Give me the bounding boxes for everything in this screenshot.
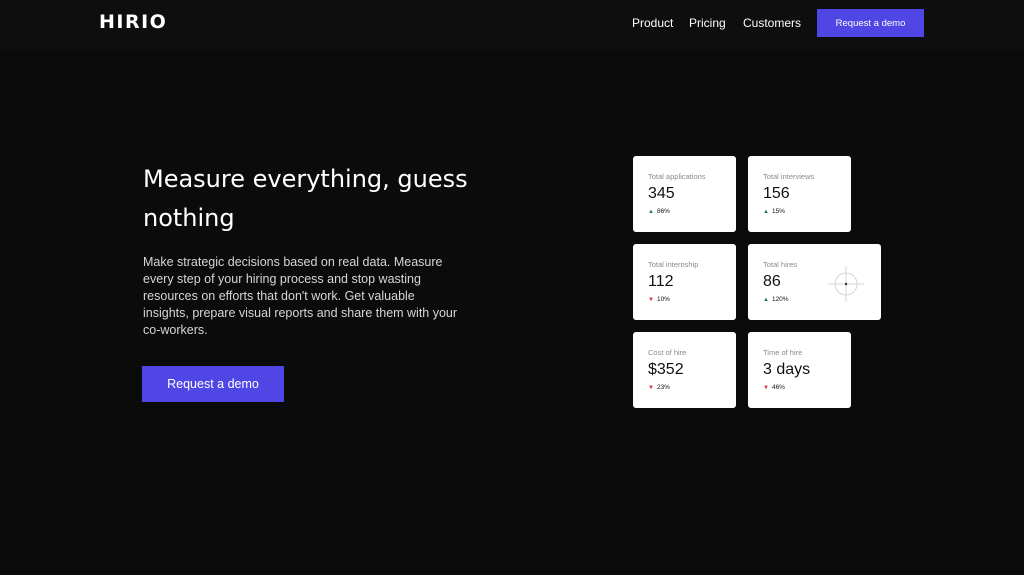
top-navigation-bar: HIRIO Product Pricing Customers Request … [0, 0, 1024, 50]
stat-card-total-interviews: Total interviews 156 ▲ 15% [748, 156, 851, 232]
triangle-up-icon: ▲ [648, 208, 654, 215]
triangle-up-icon: ▲ [763, 208, 769, 215]
triangle-up-icon: ▲ [763, 296, 769, 303]
stat-value: 112 [648, 273, 674, 290]
stat-change: ▲ 86% [648, 208, 670, 215]
brand-logo[interactable]: HIRIO [99, 11, 167, 33]
triangle-down-icon: ▼ [763, 384, 769, 391]
stat-change: ▼ 10% [648, 296, 670, 303]
stat-card-total-applications: Total applications 345 ▲ 86% [633, 156, 736, 232]
stat-label: Total hires [763, 260, 798, 269]
nav-link-pricing[interactable]: Pricing [689, 16, 726, 30]
crosshair-icon [828, 266, 864, 302]
stat-value: 345 [648, 185, 675, 202]
stat-change-value: 120% [771, 296, 789, 303]
stat-change: ▼ 23% [648, 384, 670, 391]
stat-change-value: 15% [771, 208, 785, 215]
stat-change-value: 86% [656, 208, 670, 215]
hero-title: Measure everything, guess nothing [143, 165, 468, 232]
triangle-down-icon: ▼ [648, 296, 654, 303]
nav-link-product[interactable]: Product [632, 16, 673, 30]
stat-label: Time of hire [763, 348, 803, 357]
stat-change: ▼ 46% [763, 384, 785, 391]
stat-label: Total internship [648, 260, 699, 269]
stat-card-cost-of-hire: Cost of hire $352 ▼ 23% [633, 332, 736, 408]
stat-change-value: 46% [771, 384, 785, 391]
stat-change: ▲ 120% [763, 296, 789, 303]
stat-label: Total interviews [763, 172, 815, 181]
stat-change: ▲ 15% [763, 208, 785, 215]
stat-value: 3 days [763, 361, 811, 378]
hero-request-demo-button[interactable]: Request a demo [142, 366, 284, 402]
stat-value: 86 [763, 273, 781, 290]
stat-change-value: 23% [656, 384, 670, 391]
stat-change-value: 10% [656, 296, 670, 303]
stat-label: Total applications [648, 172, 706, 181]
stat-label: Cost of hire [648, 348, 687, 357]
stat-value: $352 [648, 361, 684, 378]
stat-value: 156 [763, 185, 790, 202]
stat-card-total-internship: Total internship 112 ▼ 10% [633, 244, 736, 320]
nav-link-customers[interactable]: Customers [743, 16, 801, 30]
hero-description: Make strategic decisions based on real d… [143, 255, 458, 337]
triangle-down-icon: ▼ [648, 384, 654, 391]
stat-card-total-hires: Total hires 86 ▲ 120% [748, 244, 881, 320]
header-request-demo-button[interactable]: Request a demo [817, 9, 924, 37]
stat-card-time-of-hire: Time of hire 3 days ▼ 46% [748, 332, 851, 408]
